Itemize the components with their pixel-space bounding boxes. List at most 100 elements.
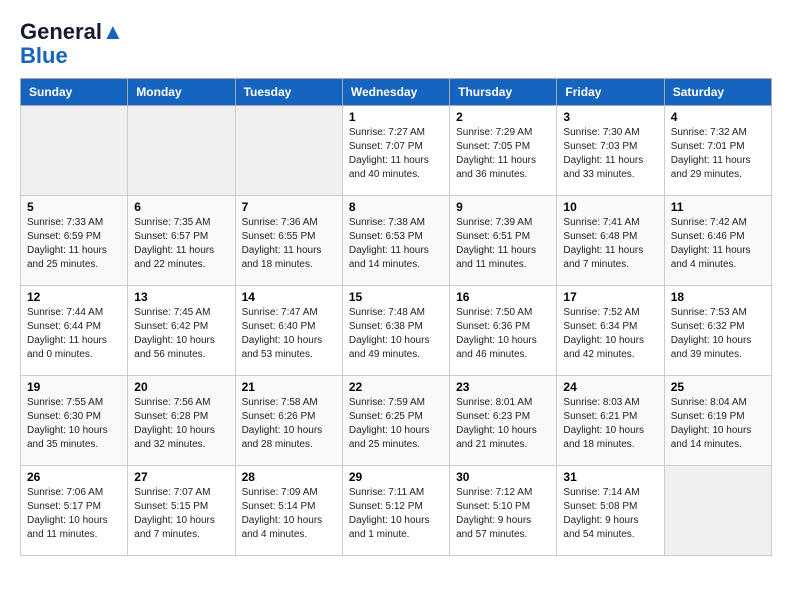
day-info: Sunrise: 7:53 AM Sunset: 6:32 PM Dayligh… [671,306,765,362]
calendar-cell: 12 Sunrise: 7:44 AM Sunset: 6:44 PM Dayli… [21,286,128,376]
day-info: Sunrise: 7:14 AM Sunset: 5:08 PM Dayligh… [563,486,657,542]
day-number: 11 [671,200,765,214]
day-number: 30 [456,470,550,484]
day-number: 16 [456,290,550,304]
page-header: General▲ Blue [20,20,772,68]
day-info: Sunrise: 7:41 AM Sunset: 6:48 PM Dayligh… [563,216,657,272]
calendar-cell: 19 Sunrise: 7:55 AM Sunset: 6:30 PM Dayli… [21,376,128,466]
calendar-cell: 6 Sunrise: 7:35 AM Sunset: 6:57 PM Daylig… [128,196,235,286]
calendar-cell: 24Sunrise: 8:03 AM Sunset: 6:21 PM Dayli… [557,376,664,466]
day-number: 28 [242,470,336,484]
weekday-header-wednesday: Wednesday [342,79,449,106]
day-number: 24 [563,380,657,394]
day-number: 23 [456,380,550,394]
day-info: Sunrise: 7:47 AM Sunset: 6:40 PM Dayligh… [242,306,336,362]
day-info: Sunrise: 7:29 AM Sunset: 7:05 PM Dayligh… [456,126,550,182]
calendar-cell: 1Sunrise: 7:27 AM Sunset: 7:07 PM Daylig… [342,106,449,196]
day-number: 9 [456,200,550,214]
calendar-cell: 23 Sunrise: 8:01 AM Sunset: 6:23 PM Dayli… [450,376,557,466]
day-number: 22 [349,380,443,394]
day-number: 15 [349,290,443,304]
day-info: Sunrise: 7:33 AM Sunset: 6:59 PM Dayligh… [27,216,121,272]
day-info: Sunrise: 7:39 AM Sunset: 6:51 PM Dayligh… [456,216,550,272]
calendar-cell: 20 Sunrise: 7:56 AM Sunset: 6:28 PM Dayli… [128,376,235,466]
day-info: Sunrise: 7:45 AM Sunset: 6:42 PM Dayligh… [134,306,228,362]
weekday-header-thursday: Thursday [450,79,557,106]
calendar-cell: 25 Sunrise: 8:04 AM Sunset: 6:19 PM Dayli… [664,376,771,466]
calendar-cell: 30 Sunrise: 7:12 AM Sunset: 5:10 PM Dayli… [450,466,557,556]
day-info: Sunrise: 7:11 AM Sunset: 5:12 PM Dayligh… [349,486,443,542]
day-number: 12 [27,290,121,304]
day-number: 7 [242,200,336,214]
day-number: 8 [349,200,443,214]
calendar-cell: 16 Sunrise: 7:50 AM Sunset: 6:36 PM Dayli… [450,286,557,376]
calendar-cell: 2 Sunrise: 7:29 AM Sunset: 7:05 PM Daylig… [450,106,557,196]
day-info: Sunrise: 7:56 AM Sunset: 6:28 PM Dayligh… [134,396,228,452]
day-info: Sunrise: 7:55 AM Sunset: 6:30 PM Dayligh… [27,396,121,452]
day-info: Sunrise: 7:36 AM Sunset: 6:55 PM Dayligh… [242,216,336,272]
day-info: Sunrise: 7:38 AM Sunset: 6:53 PM Dayligh… [349,216,443,272]
day-number: 13 [134,290,228,304]
day-info: Sunrise: 7:44 AM Sunset: 6:44 PM Dayligh… [27,306,121,362]
day-number: 25 [671,380,765,394]
day-info: Sunrise: 7:58 AM Sunset: 6:26 PM Dayligh… [242,396,336,452]
day-info: Sunrise: 7:12 AM Sunset: 5:10 PM Dayligh… [456,486,550,542]
day-info: Sunrise: 7:27 AM Sunset: 7:07 PM Dayligh… [349,126,443,182]
day-number: 21 [242,380,336,394]
weekday-header-sunday: Sunday [21,79,128,106]
calendar-cell [235,106,342,196]
calendar-cell: 22 Sunrise: 7:59 AM Sunset: 6:25 PM Dayli… [342,376,449,466]
day-number: 19 [27,380,121,394]
day-number: 29 [349,470,443,484]
calendar-cell: 11Sunrise: 7:42 AM Sunset: 6:46 PM Dayli… [664,196,771,286]
calendar-cell: 28 Sunrise: 7:09 AM Sunset: 5:14 PM Dayli… [235,466,342,556]
calendar-cell: 17 Sunrise: 7:52 AM Sunset: 6:34 PM Dayli… [557,286,664,376]
day-number: 20 [134,380,228,394]
calendar-cell [21,106,128,196]
day-info: Sunrise: 7:09 AM Sunset: 5:14 PM Dayligh… [242,486,336,542]
calendar-cell: 21 Sunrise: 7:58 AM Sunset: 6:26 PM Dayli… [235,376,342,466]
day-info: Sunrise: 7:06 AM Sunset: 5:17 PM Dayligh… [27,486,121,542]
day-number: 14 [242,290,336,304]
day-number: 17 [563,290,657,304]
logo: General▲ Blue [20,20,124,68]
calendar-table: SundayMondayTuesdayWednesdayThursdayFrid… [20,78,772,556]
calendar-cell: 8 Sunrise: 7:38 AM Sunset: 6:53 PM Daylig… [342,196,449,286]
calendar-cell: 14 Sunrise: 7:47 AM Sunset: 6:40 PM Dayli… [235,286,342,376]
calendar-cell: 9 Sunrise: 7:39 AM Sunset: 6:51 PM Daylig… [450,196,557,286]
day-number: 3 [563,110,657,124]
calendar-cell: 7 Sunrise: 7:36 AM Sunset: 6:55 PM Daylig… [235,196,342,286]
day-number: 10 [563,200,657,214]
calendar-cell [664,466,771,556]
calendar-cell: 15 Sunrise: 7:48 AM Sunset: 6:38 PM Dayli… [342,286,449,376]
calendar-cell: 13 Sunrise: 7:45 AM Sunset: 6:42 PM Dayli… [128,286,235,376]
day-number: 5 [27,200,121,214]
logo-blue: Blue [20,44,68,68]
day-info: Sunrise: 7:50 AM Sunset: 6:36 PM Dayligh… [456,306,550,362]
day-info: Sunrise: 7:59 AM Sunset: 6:25 PM Dayligh… [349,396,443,452]
weekday-header-friday: Friday [557,79,664,106]
day-info: Sunrise: 8:04 AM Sunset: 6:19 PM Dayligh… [671,396,765,452]
weekday-header-saturday: Saturday [664,79,771,106]
day-info: Sunrise: 7:35 AM Sunset: 6:57 PM Dayligh… [134,216,228,272]
day-info: Sunrise: 7:48 AM Sunset: 6:38 PM Dayligh… [349,306,443,362]
calendar-cell: 27 Sunrise: 7:07 AM Sunset: 5:15 PM Dayli… [128,466,235,556]
calendar-cell: 3Sunrise: 7:30 AM Sunset: 7:03 PM Daylig… [557,106,664,196]
calendar-cell: 31 Sunrise: 7:14 AM Sunset: 5:08 PM Dayli… [557,466,664,556]
day-number: 4 [671,110,765,124]
day-info: Sunrise: 7:52 AM Sunset: 6:34 PM Dayligh… [563,306,657,362]
day-info: Sunrise: 7:32 AM Sunset: 7:01 PM Dayligh… [671,126,765,182]
calendar-cell [128,106,235,196]
calendar-cell: 18 Sunrise: 7:53 AM Sunset: 6:32 PM Dayli… [664,286,771,376]
day-number: 18 [671,290,765,304]
day-number: 6 [134,200,228,214]
day-number: 31 [563,470,657,484]
calendar-cell: 10 Sunrise: 7:41 AM Sunset: 6:48 PM Dayli… [557,196,664,286]
logo-text: General▲ [20,20,124,44]
weekday-header-tuesday: Tuesday [235,79,342,106]
day-info: Sunrise: 7:07 AM Sunset: 5:15 PM Dayligh… [134,486,228,542]
day-number: 27 [134,470,228,484]
weekday-header-monday: Monday [128,79,235,106]
day-number: 2 [456,110,550,124]
day-info: Sunrise: 8:01 AM Sunset: 6:23 PM Dayligh… [456,396,550,452]
